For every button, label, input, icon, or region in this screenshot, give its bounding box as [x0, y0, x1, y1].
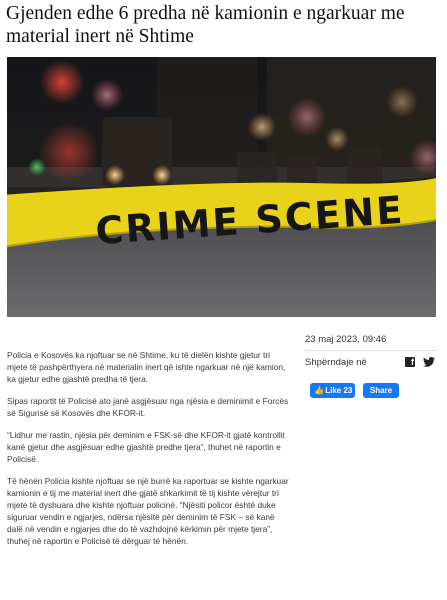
article-paragraph: Të hënën Policia kishte njoftuar se një … — [7, 476, 289, 546]
divider — [305, 350, 437, 351]
facebook-share-button[interactable]: Share — [363, 383, 399, 398]
facebook-like-button[interactable]: 👍 Like 23 — [310, 383, 355, 398]
like-label: Like 23 — [325, 386, 353, 395]
thumbs-up-icon: 👍 — [314, 386, 324, 395]
hero-image: CRIME SCENE — [7, 57, 436, 317]
article-paragraph: “Lidhur me rastin, njësia për deminim e … — [7, 430, 285, 464]
article-title: Gjenden edhe 6 predha në kamionin e ngar… — [6, 3, 405, 47]
publish-date: 23 maj 2023, 09:46 — [305, 334, 387, 345]
article-paragraph: Sipas raportit të Policisë ato janë asgj… — [7, 396, 289, 418]
share-label: Shpërndaje në — [305, 357, 367, 368]
facebook-icon[interactable]: f — [405, 357, 415, 367]
article-body: Policia e Kosovës ka njoftuar se në Shti… — [7, 349, 290, 557]
twitter-icon[interactable] — [423, 357, 435, 367]
article-paragraph: Policia e Kosovës ka njoftuar se në Shti… — [7, 350, 286, 384]
